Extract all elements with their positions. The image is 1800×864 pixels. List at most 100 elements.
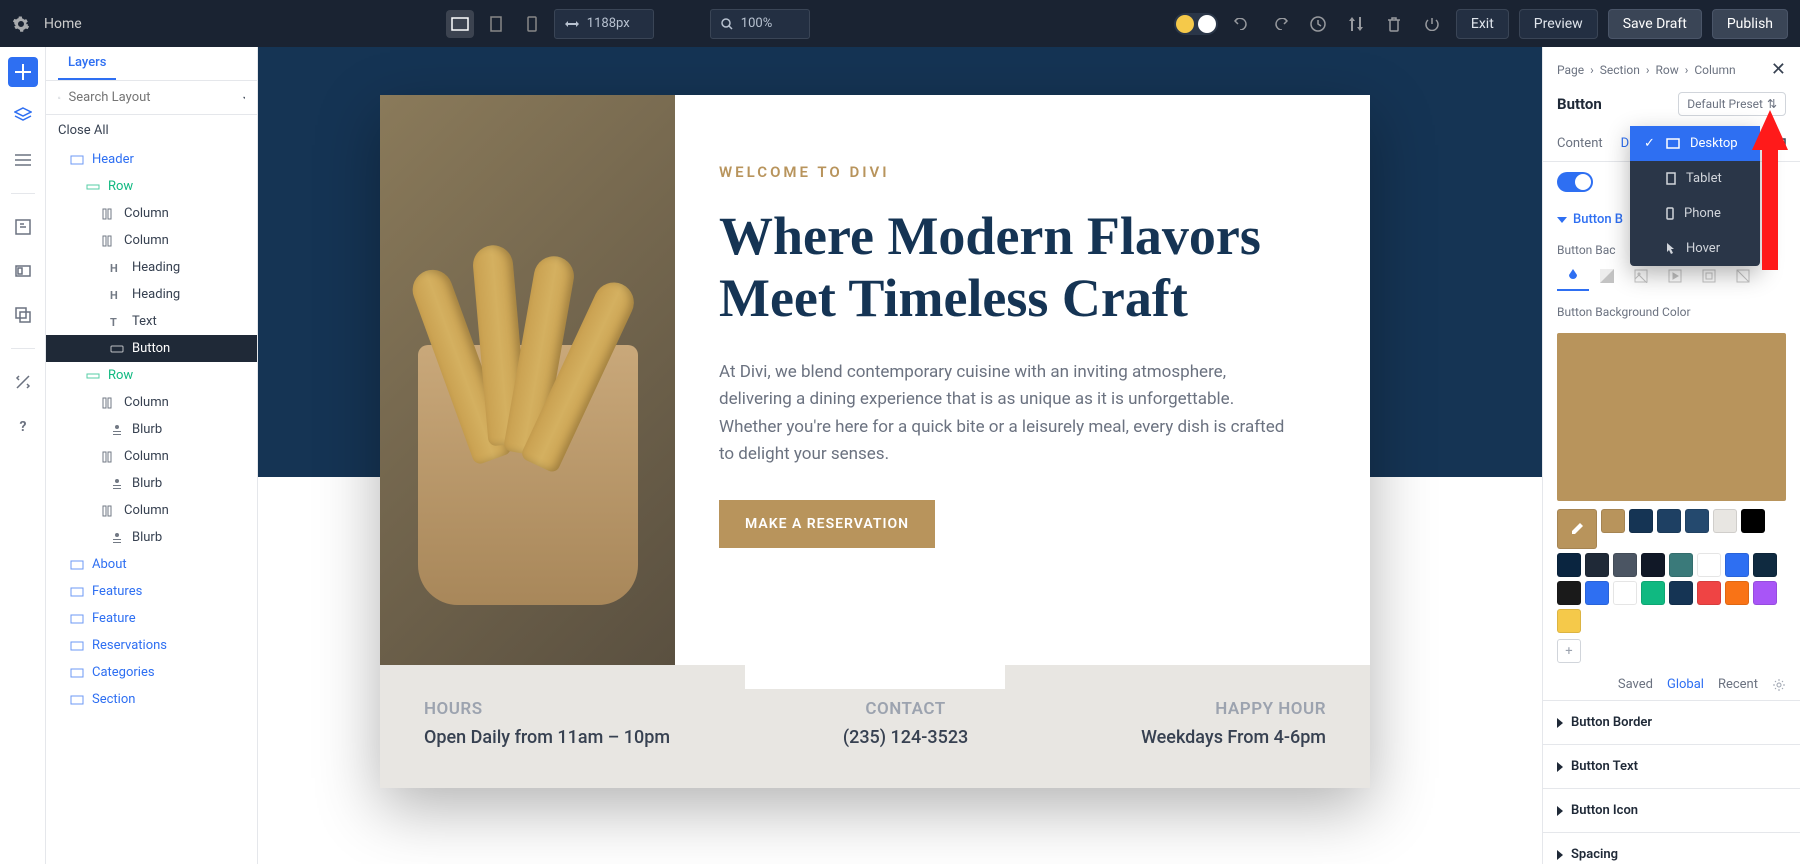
tree-header[interactable]: Header	[46, 146, 257, 173]
tree-about[interactable]: About	[46, 551, 257, 578]
palette-color[interactable]	[1725, 553, 1749, 577]
palette-color[interactable]	[1753, 581, 1777, 605]
layers-rail-icon[interactable]	[8, 101, 38, 131]
tree-feature[interactable]: Feature	[46, 605, 257, 632]
rail-icon-6[interactable]	[8, 300, 38, 330]
rail-icon-3[interactable]	[8, 145, 38, 175]
bg-tab-video[interactable]	[1659, 263, 1691, 291]
tree-column[interactable]: Column	[46, 227, 257, 254]
history-icon[interactable]	[1304, 10, 1332, 38]
tools-icon[interactable]	[8, 367, 38, 397]
tree-reservations[interactable]: Reservations	[46, 632, 257, 659]
palette-color[interactable]	[1613, 581, 1637, 605]
palette-color[interactable]	[1641, 553, 1665, 577]
exit-button[interactable]: Exit	[1456, 9, 1509, 39]
publish-button[interactable]: Publish	[1712, 9, 1788, 39]
add-button[interactable]	[8, 57, 38, 87]
tree-column[interactable]: Column	[46, 200, 257, 227]
bg-tab-gradient[interactable]	[1591, 263, 1623, 291]
filter-icon[interactable]	[243, 92, 246, 104]
page-name[interactable]: Home	[44, 16, 82, 32]
device-option-desktop[interactable]: ✓ Desktop	[1630, 126, 1760, 161]
bc-row[interactable]: Row	[1655, 63, 1678, 77]
palette-color[interactable]	[1697, 553, 1721, 577]
palette-color[interactable]	[1685, 509, 1709, 533]
theme-toggle[interactable]	[1174, 13, 1218, 35]
trash-icon[interactable]	[1380, 10, 1408, 38]
tree-column[interactable]: Column	[46, 497, 257, 524]
filter-saved[interactable]: Saved	[1618, 677, 1653, 692]
close-panel-icon[interactable]: ✕	[1771, 59, 1786, 80]
palette-color[interactable]	[1557, 581, 1581, 605]
tree-features[interactable]: Features	[46, 578, 257, 605]
bg-tab-color[interactable]	[1557, 263, 1589, 291]
palette-color[interactable]	[1629, 509, 1653, 533]
power-icon[interactable]	[1418, 10, 1446, 38]
content-tab[interactable]: Content	[1557, 126, 1603, 161]
tree-blurb[interactable]: Blurb	[46, 416, 257, 443]
rail-icon-5[interactable]	[8, 256, 38, 286]
palette-color[interactable]	[1713, 509, 1737, 533]
palette-color[interactable]	[1641, 581, 1665, 605]
settings-gear-icon[interactable]	[12, 15, 30, 33]
bc-section[interactable]: Section	[1600, 63, 1640, 77]
palette-color[interactable]	[1585, 553, 1609, 577]
bc-column[interactable]: Column	[1694, 63, 1735, 77]
palette-color[interactable]	[1585, 581, 1609, 605]
filter-global[interactable]: Global	[1667, 677, 1704, 692]
acc-spacing[interactable]: Spacing	[1543, 832, 1800, 864]
color-preview[interactable]	[1557, 333, 1786, 501]
palette-color[interactable]	[1613, 553, 1637, 577]
device-option-hover[interactable]: Hover	[1630, 231, 1760, 266]
search-layout-input[interactable]	[69, 90, 235, 105]
preview-button[interactable]: Preview	[1519, 9, 1598, 39]
device-option-tablet[interactable]: Tablet	[1630, 161, 1760, 196]
tree-button-selected[interactable]: Button	[46, 335, 257, 362]
tree-column[interactable]: Column	[46, 443, 257, 470]
bg-tab-mask[interactable]	[1727, 263, 1759, 291]
enable-toggle[interactable]	[1557, 172, 1593, 192]
palette-color[interactable]	[1753, 553, 1777, 577]
tree-row[interactable]: Row	[46, 173, 257, 200]
acc-border[interactable]: Button Border	[1543, 700, 1800, 744]
palette-color[interactable]	[1697, 581, 1721, 605]
add-color-button[interactable]: +	[1557, 639, 1581, 663]
zoom-input[interactable]: 100%	[710, 9, 810, 39]
canvas[interactable]: WELCOME TO DIVI Where Modern Flavors Mee…	[258, 47, 1542, 864]
palette-color[interactable]	[1669, 553, 1693, 577]
palette-color[interactable]	[1557, 609, 1581, 633]
palette-color[interactable]	[1557, 553, 1581, 577]
undo-button[interactable]	[1228, 10, 1256, 38]
redo-button[interactable]	[1266, 10, 1294, 38]
palette-color[interactable]	[1725, 581, 1749, 605]
palette-color[interactable]	[1741, 509, 1765, 533]
rail-icon-4[interactable]	[8, 212, 38, 242]
palette-color[interactable]	[1657, 509, 1681, 533]
bc-page[interactable]: Page	[1557, 63, 1584, 77]
filter-recent[interactable]: Recent	[1718, 677, 1758, 692]
bg-tab-image[interactable]	[1625, 263, 1657, 291]
close-all-button[interactable]: Close All	[46, 115, 257, 146]
bg-tab-pattern[interactable]	[1693, 263, 1725, 291]
device-desktop-button[interactable]	[446, 10, 474, 38]
layers-tab[interactable]: Layers	[58, 47, 116, 80]
canvas-width-input[interactable]: 1188px	[554, 9, 654, 39]
tree-heading[interactable]: HHeading	[46, 281, 257, 308]
tree-heading[interactable]: HHeading	[46, 254, 257, 281]
tree-column[interactable]: Column	[46, 389, 257, 416]
palette-color[interactable]	[1601, 509, 1625, 533]
palette-settings-icon[interactable]	[1772, 678, 1786, 692]
responsive-icon[interactable]	[1770, 138, 1786, 150]
device-option-phone[interactable]: Phone	[1630, 196, 1760, 231]
acc-text[interactable]: Button Text	[1543, 744, 1800, 788]
tree-blurb[interactable]: Blurb	[46, 524, 257, 551]
device-tablet-button[interactable]	[482, 10, 510, 38]
preset-button[interactable]: Default Preset⇅	[1678, 92, 1786, 116]
help-icon[interactable]: ?	[8, 411, 38, 441]
tree-categories[interactable]: Categories	[46, 659, 257, 686]
tree-blurb[interactable]: Blurb	[46, 470, 257, 497]
device-phone-button[interactable]	[518, 10, 546, 38]
save-draft-button[interactable]: Save Draft	[1608, 9, 1702, 39]
sort-icon[interactable]	[1342, 10, 1370, 38]
palette-color[interactable]	[1669, 581, 1693, 605]
